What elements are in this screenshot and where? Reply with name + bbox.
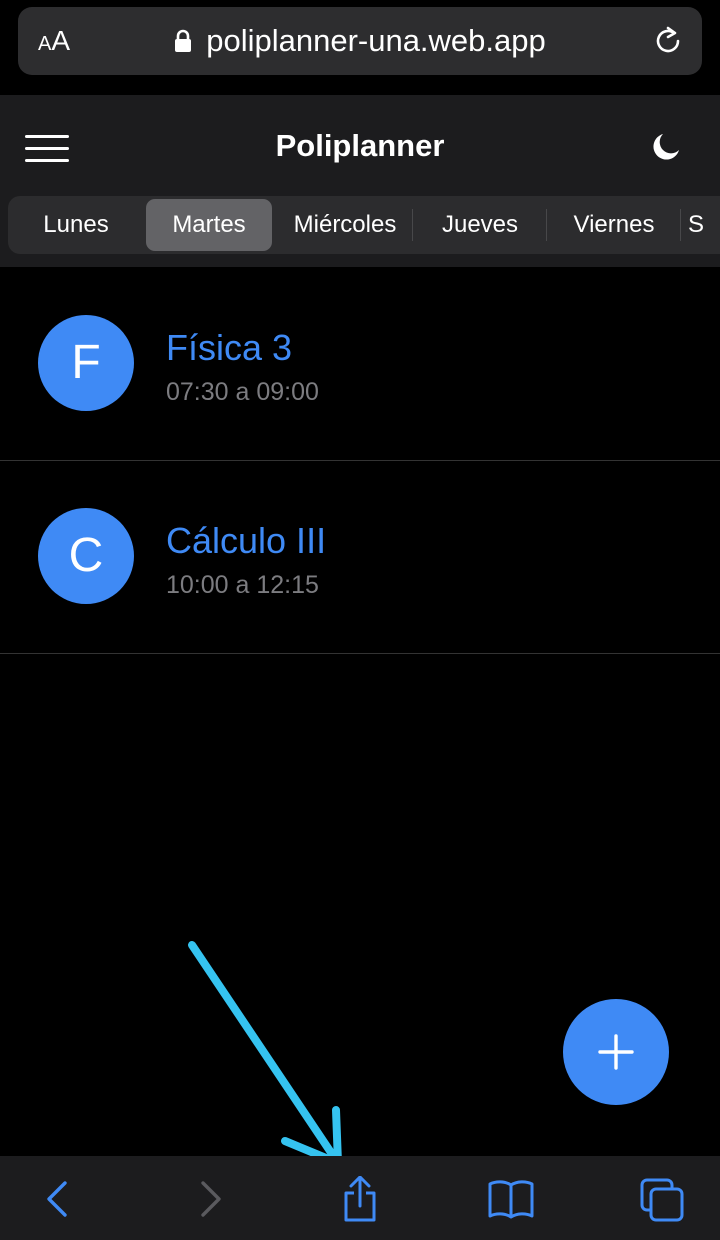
course-time: 07:30 a 09:00 bbox=[166, 378, 319, 406]
reload-icon[interactable] bbox=[652, 25, 684, 57]
course-list-item[interactable]: C Cálculo III 10:00 a 12:15 bbox=[0, 460, 720, 654]
tab-martes[interactable]: Martes bbox=[146, 199, 272, 251]
lock-icon bbox=[175, 29, 192, 52]
tabs-icon[interactable] bbox=[638, 1176, 686, 1222]
course-list-item[interactable]: F Física 3 07:30 a 09:00 bbox=[0, 267, 720, 461]
url-display[interactable]: poliplanner-una.web.app bbox=[18, 7, 702, 75]
course-name: Física 3 bbox=[166, 327, 293, 368]
plus-icon bbox=[598, 1034, 634, 1070]
tab-jueves[interactable]: Jueves bbox=[413, 199, 547, 251]
tab-sabado[interactable]: S bbox=[688, 199, 720, 251]
address-bar[interactable]: AA poliplanner-una.web.app bbox=[18, 7, 702, 75]
bookmarks-icon[interactable] bbox=[487, 1176, 535, 1222]
browser-address-area: AA poliplanner-una.web.app bbox=[0, 0, 720, 95]
browser-toolbar bbox=[0, 1156, 720, 1240]
course-name: Cálculo III bbox=[166, 520, 327, 561]
course-avatar: F bbox=[38, 315, 134, 411]
share-icon[interactable] bbox=[336, 1176, 384, 1222]
back-icon[interactable] bbox=[32, 1176, 80, 1222]
tab-miercoles[interactable]: Miércoles bbox=[278, 199, 412, 251]
url-text: poliplanner-una.web.app bbox=[206, 23, 546, 58]
add-course-button[interactable] bbox=[563, 999, 669, 1105]
tab-viernes[interactable]: Viernes bbox=[547, 199, 681, 251]
day-tabs: Lunes Martes Miércoles Jueves Viernes S bbox=[8, 196, 720, 254]
page-title: Poliplanner bbox=[275, 128, 445, 163]
moon-icon[interactable] bbox=[650, 131, 682, 163]
forward-icon bbox=[201, 1181, 221, 1217]
app-header: Poliplanner Lunes Martes Miércoles Jueve… bbox=[0, 95, 720, 267]
tab-separator bbox=[680, 209, 681, 241]
course-time: 10:00 a 12:15 bbox=[166, 571, 319, 599]
course-avatar: C bbox=[38, 508, 134, 604]
tab-lunes[interactable]: Lunes bbox=[8, 199, 144, 251]
